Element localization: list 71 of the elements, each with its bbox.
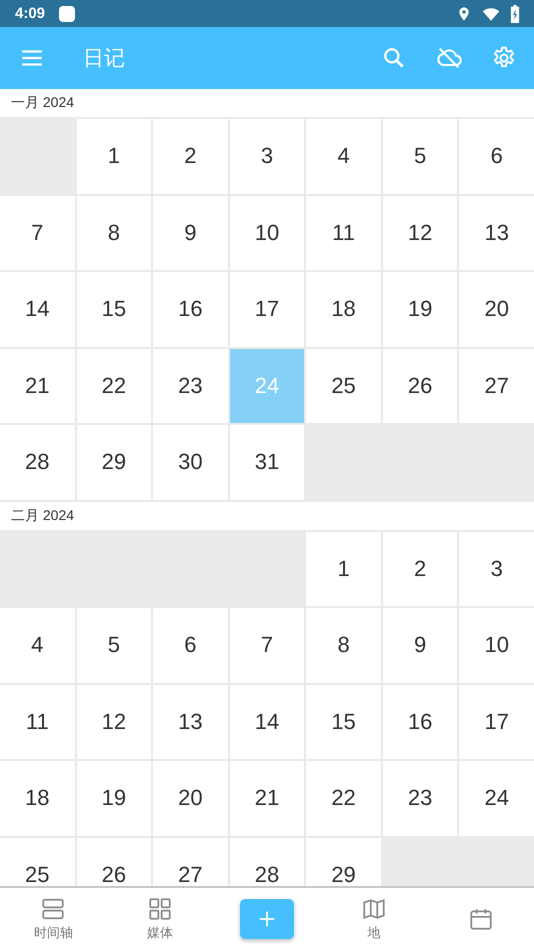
day-cell[interactable]: 9	[382, 608, 458, 682]
battery-icon	[510, 4, 520, 22]
day-cell[interactable]: 19	[76, 761, 152, 836]
day-cell[interactable]: 23	[382, 761, 458, 836]
nav-label[interactable]: 地	[367, 924, 380, 942]
day-cell[interactable]: 11	[306, 196, 381, 270]
status-time: 4:09	[15, 5, 46, 22]
day-cell[interactable]: 17	[459, 684, 534, 759]
timeline-icon[interactable]	[40, 896, 66, 922]
day-cell[interactable]: 21	[0, 348, 75, 423]
day-cell[interactable]: 25	[306, 348, 381, 423]
day-cell[interactable]: 27	[153, 838, 228, 886]
nav-label[interactable]: 时间轴	[34, 924, 73, 942]
day-cell[interactable]: 18	[0, 761, 75, 836]
nav-label[interactable]: 媒体	[147, 924, 174, 942]
day-cell[interactable]: 2	[153, 119, 228, 194]
day-cell[interactable]: 31	[230, 425, 304, 500]
day-cell[interactable]: 3	[459, 532, 534, 606]
month-label: 一月 2024	[11, 94, 74, 112]
add-button[interactable]	[240, 899, 294, 939]
day-cell[interactable]: 22	[76, 348, 152, 423]
day-cell[interactable]: 11	[0, 684, 75, 759]
day-cell[interactable]: 28	[0, 425, 75, 500]
day-cell[interactable]: 27	[459, 348, 534, 423]
day-cell[interactable]: 1	[76, 119, 152, 194]
day-cell[interactable]: 2	[382, 532, 458, 606]
day-cell[interactable]: 10	[459, 608, 534, 682]
app-title: 日记	[83, 46, 125, 72]
day-cell[interactable]: 18	[306, 272, 381, 346]
day-cell[interactable]: 19	[382, 272, 458, 346]
day-cell[interactable]: 14	[0, 272, 75, 346]
day-cell[interactable]: 29	[306, 838, 381, 886]
day-cell[interactable]: 17	[230, 272, 304, 346]
day-cell[interactable]: 8	[306, 608, 381, 682]
day-cell[interactable]: 6	[459, 119, 534, 194]
day-cell[interactable]: 15	[306, 684, 381, 759]
day-cell[interactable]: 8	[76, 196, 152, 270]
day-cell[interactable]: 5	[76, 608, 152, 682]
day-cell[interactable]: 29	[76, 425, 152, 500]
notification-icon	[59, 6, 76, 22]
month-label: 二月 2024	[11, 506, 74, 524]
day-cell[interactable]: 13	[153, 684, 228, 759]
day-cell[interactable]: 4	[306, 119, 381, 194]
day-cell[interactable]: 5	[382, 119, 458, 194]
day-cell[interactable]: 14	[230, 684, 304, 759]
day-cell[interactable]: 9	[153, 196, 228, 270]
day-cell[interactable]: 16	[153, 272, 228, 346]
day-cell[interactable]: 1	[306, 532, 381, 606]
day-cell[interactable]: 24	[459, 761, 534, 836]
day-cell[interactable]: 13	[459, 196, 534, 270]
day-cell[interactable]: 7	[0, 196, 75, 270]
day-cell[interactable]: 10	[230, 196, 304, 270]
day-cell[interactable]: 7	[230, 608, 304, 682]
day-cell[interactable]: 20	[459, 272, 534, 346]
day-cell[interactable]: 28	[230, 838, 304, 886]
day-cell[interactable]: 4	[0, 608, 75, 682]
day-cell[interactable]: 21	[230, 761, 304, 836]
day-cell[interactable]: 22	[306, 761, 381, 836]
day-cell[interactable]: 12	[382, 196, 458, 270]
day-cell[interactable]: 23	[153, 348, 228, 423]
day-cell[interactable]: 3	[230, 119, 304, 194]
day-cell[interactable]: 26	[382, 348, 458, 423]
day-cell[interactable]: 12	[76, 684, 152, 759]
day-cell[interactable]: 16	[382, 684, 458, 759]
day-cell[interactable]: 6	[153, 608, 228, 682]
day-cell[interactable]: 30	[153, 425, 228, 500]
grid-icon[interactable]	[147, 896, 174, 922]
day-cell[interactable]: 26	[76, 838, 152, 886]
day-cell[interactable]: 15	[76, 272, 152, 346]
day-cell[interactable]: 20	[153, 761, 228, 836]
day-cell[interactable]: 25	[0, 838, 75, 886]
